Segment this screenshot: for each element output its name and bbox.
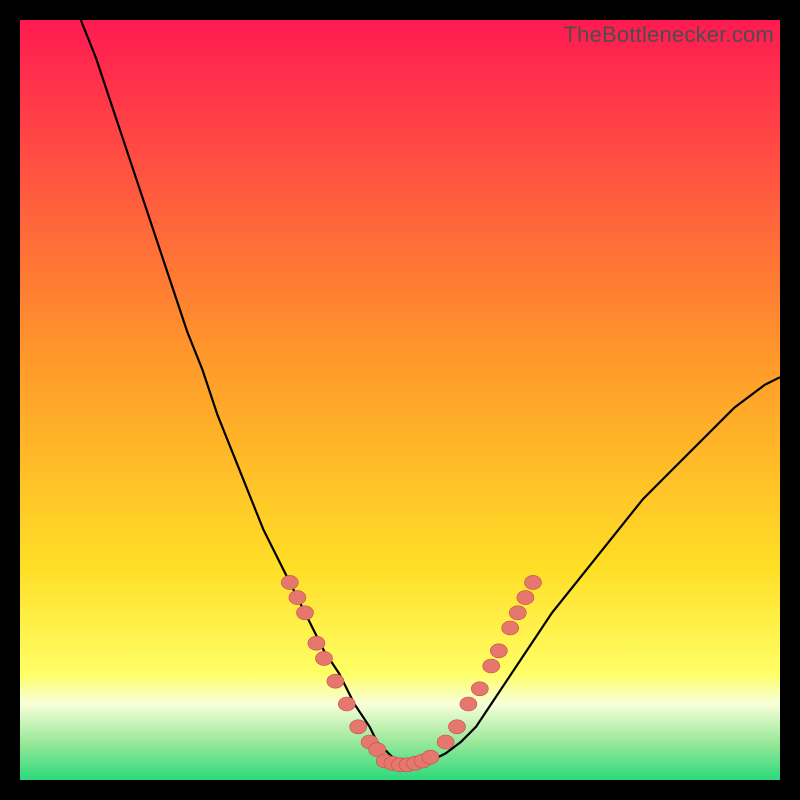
chart-frame: TheBottlenecker.com <box>20 20 780 780</box>
curve-dot <box>327 674 344 688</box>
gradient-background <box>20 20 780 780</box>
curve-dot <box>483 659 500 673</box>
curve-dot <box>502 621 519 635</box>
curve-dot <box>449 720 466 734</box>
watermark-text: TheBottlenecker.com <box>564 22 774 48</box>
curve-dot <box>308 636 325 650</box>
curve-dot <box>281 575 298 589</box>
chart-canvas <box>20 20 780 780</box>
curve-dot <box>460 697 477 711</box>
curve-dot <box>289 591 306 605</box>
curve-dot <box>350 720 367 734</box>
curve-dot <box>437 735 454 749</box>
curve-dot <box>422 750 439 764</box>
curve-dot <box>297 606 314 620</box>
curve-dot <box>509 606 526 620</box>
curve-dot <box>525 575 542 589</box>
curve-dot <box>517 591 534 605</box>
curve-dot <box>338 697 355 711</box>
curve-dot <box>471 682 488 696</box>
curve-dot <box>316 651 333 665</box>
curve-dot <box>490 644 507 658</box>
